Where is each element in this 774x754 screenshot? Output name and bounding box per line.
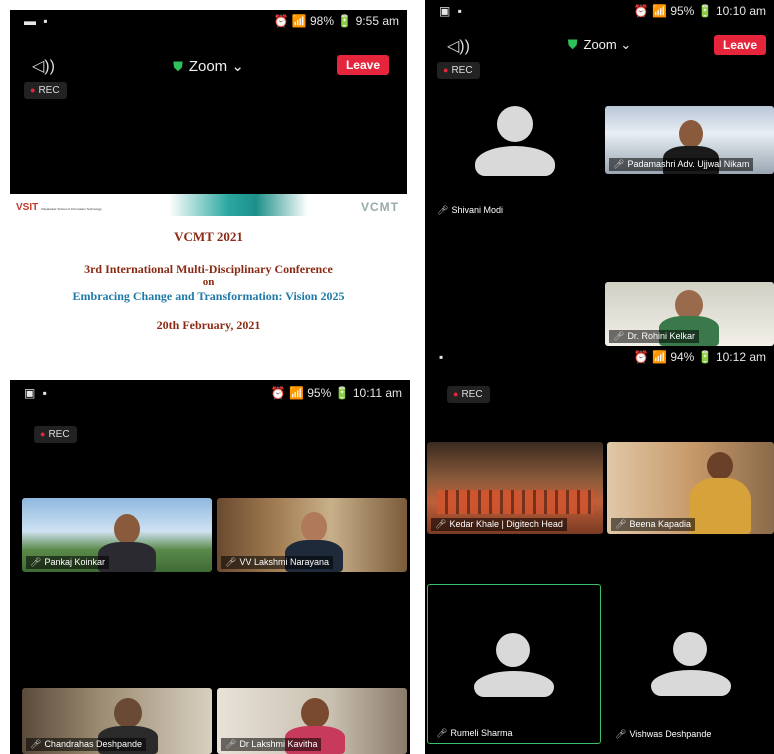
mic-muted-icon: 🎤︎ xyxy=(30,557,42,567)
mic-muted-icon: 🎤︎ xyxy=(30,739,42,749)
participant-name: 🎤︎ Chandrahas Deshpande xyxy=(26,738,147,751)
status-bar: ▬ ▪ ⏰ 📶 98% 🔋 9:55 am xyxy=(10,10,407,32)
participant-tile[interactable]: 🎤︎ VV Lakshmi Narayana xyxy=(217,498,407,572)
rec-dot-icon: ● xyxy=(453,389,459,399)
participant-tile-active-speaker[interactable]: 🎤︎ Rumeli Sharma xyxy=(427,584,601,744)
rec-badge: ● REC xyxy=(24,82,67,99)
participant-name: 🎤︎ Padamashri Adv. Ujjwal Nikam xyxy=(609,158,754,171)
screen-3: ▣ ▪ ⏰ 📶 95% 🔋 10:11 am ● REC 🎤︎ Pankaj Koi… xyxy=(10,380,410,754)
rec-dot-icon: ● xyxy=(443,65,449,75)
participant-name: 🎤︎ VV Lakshmi Narayana xyxy=(221,556,333,569)
participant-tile[interactable]: 🎤︎ Shivani Modi xyxy=(429,96,601,220)
speaker-icon[interactable]: ◁)) xyxy=(447,36,470,56)
chevron-down-icon: ⌄ xyxy=(620,37,632,52)
meeting-toolbar: ◁)) ⛊ Zoom ⌄ Leave xyxy=(425,32,774,62)
rec-dot-icon: ● xyxy=(30,85,36,95)
screen-4: ▪ ⏰ 📶 94% 🔋 10:12 am ● REC 🎤︎ Kedar Khale … xyxy=(425,346,774,754)
participant-tile[interactable]: 🎤︎ Kedar Khale | Digitech Head xyxy=(427,442,603,534)
meeting-toolbar: ◁)) ⛊ Zoom ⌄ Leave xyxy=(10,52,407,82)
status-icons-left: ▣ ▪ xyxy=(24,386,49,400)
shield-icon: ⛊ xyxy=(567,37,578,52)
avatar xyxy=(475,106,555,176)
rec-badge: ● REC xyxy=(34,426,77,443)
vsit-logo: VSIT Vidyalankar School of Information T… xyxy=(16,202,102,213)
mic-muted-icon: 🎤︎ xyxy=(436,728,448,738)
mic-muted-icon: 🎤︎ xyxy=(615,519,627,529)
participant-name: 🎤︎ Vishwas Deshpande xyxy=(615,729,712,739)
speaker-icon[interactable]: ◁)) xyxy=(32,56,55,76)
status-icons-right: ⏰ 📶 95% 🔋 10:10 am xyxy=(633,4,766,18)
status-icons-left: ▣ ▪ xyxy=(439,4,464,18)
avatar xyxy=(474,633,554,697)
mic-muted-icon: 🎤︎ xyxy=(613,331,625,341)
participant-tile[interactable]: 🎤︎ Padamashri Adv. Ujjwal Nikam xyxy=(605,106,774,174)
zoom-menu[interactable]: ⛊ Zoom ⌄ xyxy=(173,57,244,75)
leave-button[interactable]: Leave xyxy=(336,55,389,75)
status-icons-right: ⏰ 📶 94% 🔋 10:12 am xyxy=(633,350,766,364)
status-icons-right: ⏰ 📶 98% 🔋 9:55 am xyxy=(273,14,399,28)
screen-1: ▬ ▪ ⏰ 📶 98% 🔋 9:55 am ◁)) ⛊ Zoom ⌄ Leave … xyxy=(10,10,407,342)
status-bar: ▣ ▪ ⏰ 📶 95% 🔋 10:10 am xyxy=(425,0,774,22)
auditorium-seats xyxy=(437,490,593,514)
slide-line-1: 3rd International Multi-Disciplinary Con… xyxy=(84,262,333,276)
participant-tile[interactable]: 🎤︎ Beena Kapadia xyxy=(607,442,774,534)
status-bar: ▪ ⏰ 📶 94% 🔋 10:12 am xyxy=(425,346,774,368)
participant-name: 🎤︎ Dr Lakshmi Kavitha xyxy=(221,738,322,751)
rec-badge: ● REC xyxy=(447,386,490,403)
participant-tile[interactable]: 🎤︎ Chandrahas Deshpande xyxy=(22,688,212,754)
mic-muted-icon: 🎤︎ xyxy=(437,205,449,215)
mic-muted-icon: 🎤︎ xyxy=(435,519,447,529)
leave-button[interactable]: Leave xyxy=(713,35,766,55)
participant-name: 🎤︎ Rumeli Sharma xyxy=(436,728,513,738)
slide-title: VCMT 2021 xyxy=(174,229,243,244)
participant-name: 🎤︎ Shivani Modi xyxy=(437,205,503,215)
shield-icon: ⛊ xyxy=(173,59,183,74)
participant-tile[interactable]: 🎤︎ Pankaj Koinkar xyxy=(22,498,212,572)
participant-tile[interactable]: 🎤︎ Dr Lakshmi Kavitha xyxy=(217,688,407,754)
participant-tile[interactable]: 🎤︎ Vishwas Deshpande xyxy=(607,584,774,744)
mic-muted-icon: 🎤︎ xyxy=(615,729,627,739)
status-icons-right: ⏰ 📶 95% 🔋 10:11 am xyxy=(270,386,402,400)
chevron-down-icon: ⌄ xyxy=(231,58,244,75)
slide-line-3: Embracing Change and Transformation: Vis… xyxy=(72,289,345,303)
rec-dot-icon: ● xyxy=(40,429,46,439)
status-icons-left: ▬ ▪ xyxy=(24,14,50,28)
status-bar: ▣ ▪ ⏰ 📶 95% 🔋 10:11 am xyxy=(10,382,410,404)
mic-muted-icon: 🎤︎ xyxy=(613,159,625,169)
zoom-menu[interactable]: ⛊ Zoom ⌄ xyxy=(568,37,632,53)
mic-muted-icon: 🎤︎ xyxy=(225,557,237,567)
status-icons-left: ▪ xyxy=(439,350,446,364)
rec-badge: ● REC xyxy=(437,62,480,79)
participant-tile[interactable]: 🎤︎ Dr. Rohini Kelkar xyxy=(605,282,774,346)
avatar xyxy=(651,632,731,696)
participant-name: 🎤︎ Dr. Rohini Kelkar xyxy=(609,330,699,343)
mic-muted-icon: 🎤︎ xyxy=(225,739,237,749)
slide-line-2: on xyxy=(202,276,215,288)
vcmt-logo: VCMT xyxy=(361,200,399,214)
screen-2: ▣ ▪ ⏰ 📶 95% 🔋 10:10 am ◁)) ⛊ Zoom ⌄ Leave… xyxy=(425,0,774,346)
participant-name: 🎤︎ Pankaj Koinkar xyxy=(26,556,109,569)
slide-date: 20th February, 2021 xyxy=(156,318,261,332)
shared-slide: VSIT Vidyalankar School of Information T… xyxy=(10,194,407,342)
participant-name: 🎤︎ Kedar Khale | Digitech Head xyxy=(431,518,567,531)
participant-name: 🎤︎ Beena Kapadia xyxy=(611,518,695,531)
